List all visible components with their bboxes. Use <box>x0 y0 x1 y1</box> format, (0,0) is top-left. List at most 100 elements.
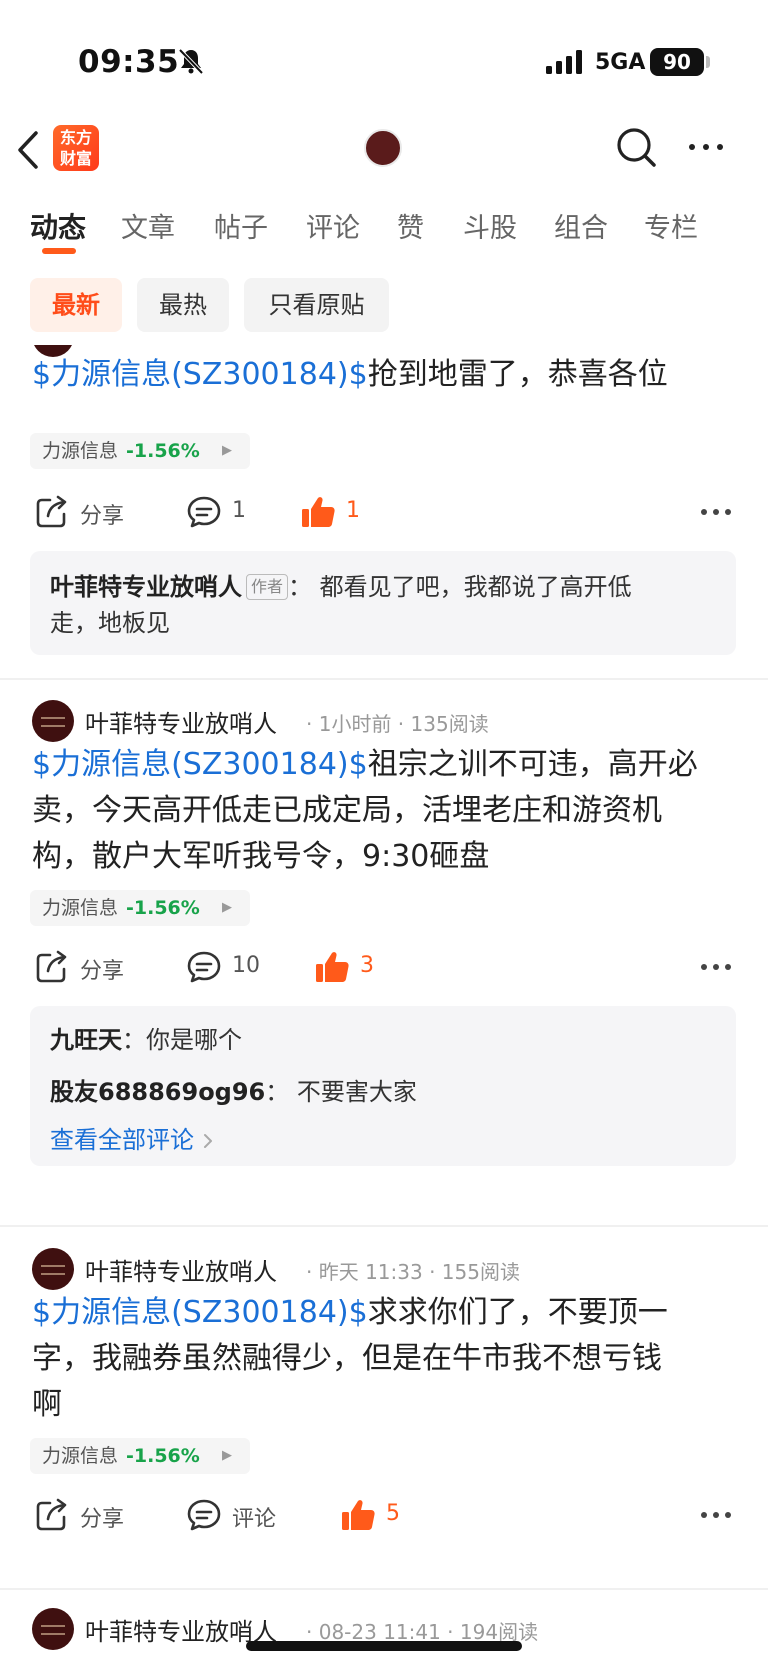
post-body: 抢到地雷了，恭喜各位 <box>367 357 668 392</box>
search-icon[interactable] <box>614 125 658 169</box>
network-type: 5GA <box>595 50 646 75</box>
stock-change: -1.56% <box>126 1445 200 1467</box>
tab-dynamics[interactable]: 动态 <box>30 206 86 246</box>
author-avatar[interactable] <box>32 700 74 742</box>
commenter-name[interactable]: 股友688869og96 <box>50 1078 265 1106</box>
post-author[interactable]: 叶菲特专业放哨人 · 昨天 11:33 · 155阅读 <box>32 1248 552 1292</box>
post-more-icon[interactable] <box>700 1511 732 1519</box>
post-more-icon[interactable] <box>700 508 732 516</box>
post-body-line-1: 求求你们了，不要顶一 <box>367 1295 668 1330</box>
share-icon <box>36 1498 67 1531</box>
view-all-comments-link[interactable]: 查看全部评论 <box>50 1120 214 1155</box>
share-button[interactable]: 分享 <box>34 490 144 534</box>
post-body-line-3: 啊 <box>32 1387 62 1422</box>
logo-line-1: 东方 <box>59 128 92 147</box>
post-body-line-3: 构，散户大军听我号令，9:30砸盘 <box>32 839 490 874</box>
comment-bubble-icon <box>187 1499 221 1531</box>
home-indicator[interactable] <box>246 1641 522 1651</box>
thumbs-up-icon <box>302 497 335 527</box>
post-text[interactable]: $力源信息(SZ300184)$求求你们了，不要顶一 字，我融券虽然融得少，但是… <box>32 1290 742 1428</box>
stock-tag-link[interactable]: $力源信息(SZ300184)$ <box>32 1295 368 1330</box>
post-body-line-2: 字，我融券虽然融得少，但是在牛市我不想亏钱 <box>32 1341 662 1376</box>
like-count: 5 <box>386 1501 400 1526</box>
share-label: 分享 <box>80 504 125 529</box>
author-name[interactable]: 叶菲特专业放哨人 <box>85 704 277 739</box>
tab-comments[interactable]: 评论 <box>306 206 360 245</box>
post-card[interactable]: 叶菲特专业放哨人 · 1小时前 · 135阅读 $力源信息(SZ300184)$… <box>0 700 768 1250</box>
author-avatar[interactable] <box>32 1608 74 1650</box>
post-card[interactable]: $力源信息(SZ300184)$抢到地雷了，恭喜各位 力源信息 -1.56% ▶ … <box>0 345 768 680</box>
post-text[interactable]: $力源信息(SZ300184)$抢到地雷了，恭喜各位 <box>32 352 742 398</box>
comment-preview[interactable]: 九旺天：你是哪个 股友688869og96： 不要害大家 查看全部评论 <box>30 1006 736 1166</box>
comment-preview[interactable]: 叶菲特专业放哨人 作者： 都看见了吧，我都说了高开低 走，地板见 <box>30 551 736 655</box>
share-button[interactable]: 分享 <box>34 945 144 989</box>
post-body-line-1: 祖宗之训不可违，高开必 <box>367 747 698 782</box>
tab-likes[interactable]: 赞 <box>397 206 424 245</box>
comment-button[interactable]: 10 <box>186 945 276 989</box>
triangle-right-icon: ▶ <box>222 900 232 915</box>
app-logo[interactable]: 东方 财富 <box>53 125 99 171</box>
status-time: 09:35 <box>78 44 180 80</box>
commenter-name[interactable]: 叶菲特专业放哨人 <box>50 573 242 601</box>
stock-chip[interactable]: 力源信息 -1.56% ▶ <box>30 1438 250 1474</box>
share-icon <box>36 950 67 983</box>
comment-bubble-icon <box>187 951 221 983</box>
like-button[interactable]: 5 <box>340 1493 420 1537</box>
post-text[interactable]: $力源信息(SZ300184)$祖宗之训不可违，高开必 卖，今天高开低走已成定局… <box>32 742 742 880</box>
like-count: 1 <box>346 498 360 523</box>
post-reads: 155阅读 <box>441 1260 520 1284</box>
back-chevron-icon[interactable] <box>14 127 44 173</box>
share-button[interactable]: 分享 <box>34 1493 144 1537</box>
battery-level: 90 <box>650 48 704 76</box>
stock-name: 力源信息 <box>42 897 119 919</box>
stock-tag-link[interactable]: $力源信息(SZ300184)$ <box>32 357 368 392</box>
view-all-comments-label: 查看全部评论 <box>50 1126 194 1154</box>
tab-stock-battle[interactable]: 斗股 <box>463 206 517 245</box>
stock-chip[interactable]: 力源信息 -1.56% ▶ <box>30 433 250 469</box>
comment-item: 叶菲特专业放哨人 作者： 都看见了吧，我都说了高开低 <box>50 567 632 602</box>
like-button[interactable]: 3 <box>314 945 394 989</box>
tab-posts[interactable]: 帖子 <box>214 206 268 245</box>
divider <box>0 678 768 680</box>
logo-line-2: 财富 <box>59 149 92 168</box>
like-button[interactable]: 1 <box>300 490 380 534</box>
comment-text: ：你是哪个 <box>122 1026 242 1054</box>
tab-portfolio[interactable]: 组合 <box>554 206 608 245</box>
post-time-value: 1小时前 <box>318 712 392 736</box>
comment-count: 1 <box>232 498 246 523</box>
profile-tabs: 动态 文章 帖子 评论 赞 斗股 组合 专栏 <box>0 198 768 258</box>
post-more-icon[interactable] <box>700 963 732 971</box>
comment-item: 九旺天：你是哪个 <box>50 1020 242 1055</box>
comment-text: ： 不要害大家 <box>265 1078 417 1106</box>
filter-original-only[interactable]: 只看原贴 <box>244 278 389 332</box>
tab-column[interactable]: 专栏 <box>644 206 698 245</box>
signal-icon <box>546 50 582 74</box>
nav-bar: 东方 财富 <box>0 115 768 185</box>
commenter-name[interactable]: 九旺天 <box>50 1026 122 1054</box>
filter-latest[interactable]: 最新 <box>30 278 122 332</box>
post-time: · 1小时前 · 135阅读 <box>306 712 489 736</box>
author-name[interactable]: 叶菲特专业放哨人 <box>85 1252 277 1287</box>
post-body-line-2: 卖，今天高开低走已成定局，活埋老庄和游资机 <box>32 793 662 828</box>
stock-name: 力源信息 <box>42 440 119 462</box>
stock-name: 力源信息 <box>42 1445 119 1467</box>
status-bar: 09:35 5GA 90 <box>0 0 768 110</box>
stock-chip[interactable]: 力源信息 -1.56% ▶ <box>30 890 250 926</box>
stock-change: -1.56% <box>126 440 200 462</box>
post-card[interactable]: 叶菲特专业放哨人 · 昨天 11:33 · 155阅读 $力源信息(SZ3001… <box>0 1248 768 1653</box>
comment-button[interactable]: 评论 <box>186 1493 296 1537</box>
comment-button[interactable]: 1 <box>186 490 266 534</box>
profile-avatar[interactable] <box>364 129 402 167</box>
filter-hottest[interactable]: 最热 <box>137 278 229 332</box>
more-options-icon[interactable] <box>686 135 726 159</box>
stock-tag-link[interactable]: $力源信息(SZ300184)$ <box>32 747 368 782</box>
post-card[interactable]: 叶菲特专业放哨人 · 08-23 11:41 · 194阅读 <box>0 1608 768 1668</box>
author-avatar[interactable] <box>32 1248 74 1290</box>
share-icon <box>36 495 67 528</box>
tab-articles[interactable]: 文章 <box>121 206 175 245</box>
comment-bubble-icon <box>187 496 221 528</box>
post-author[interactable]: 叶菲特专业放哨人 · 1小时前 · 135阅读 <box>32 700 552 744</box>
comment-text-continued: 走，地板见 <box>50 609 170 637</box>
post-actions: 分享 1 1 <box>0 490 768 534</box>
share-label: 分享 <box>80 1507 125 1532</box>
